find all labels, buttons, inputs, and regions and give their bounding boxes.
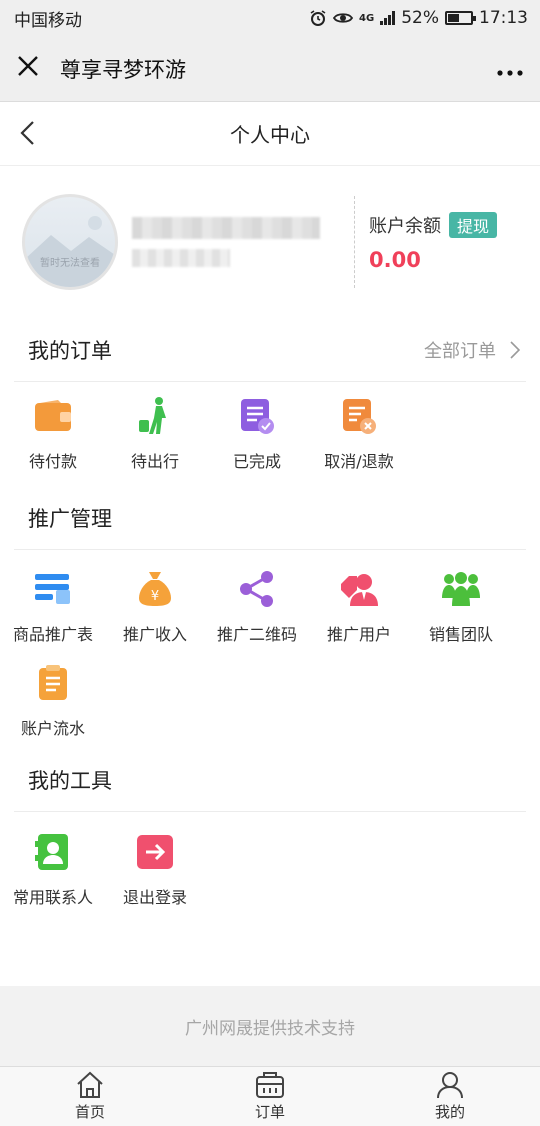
user-tag-icon <box>339 569 379 609</box>
more-icon[interactable] <box>496 54 524 84</box>
tools-section-title: 我的工具 <box>28 768 112 793</box>
promo-label: 推广收入 <box>122 625 187 644</box>
sales-team[interactable]: 销售团队 <box>410 560 512 654</box>
orders-icon <box>256 1072 284 1098</box>
page-header: 个人中心 <box>0 102 540 166</box>
network-label: 4G <box>359 12 375 24</box>
order-label: 待付款 <box>28 452 77 471</box>
promo-label: 推广用户 <box>326 625 391 644</box>
logout-icon <box>135 832 175 872</box>
avatar[interactable]: 暂时无法查看 <box>22 194 118 290</box>
order-refund[interactable]: 取消/退款 <box>308 382 410 486</box>
tab-label: 我的 <box>434 1103 465 1121</box>
close-icon[interactable] <box>16 54 46 84</box>
user-id-blurred <box>132 249 230 267</box>
promo-label: 商品推广表 <box>12 625 93 644</box>
promotion-income[interactable]: ¥ 推广收入 <box>104 560 206 654</box>
orders-section-header: 我的订单 全部订单 <box>14 318 526 382</box>
completed-icon <box>237 396 277 436</box>
product-list-icon <box>33 569 73 609</box>
tab-orders[interactable]: 订单 <box>180 1067 360 1126</box>
carrier-label: 中国移动 <box>14 10 82 31</box>
status-bar: 中国移动 4G 52% 17:13 <box>0 0 540 36</box>
home-icon <box>77 1071 103 1098</box>
tab-profile[interactable]: 我的 <box>360 1067 540 1126</box>
orders-section-title: 我的订单 <box>28 338 112 363</box>
tool-label: 常用联系人 <box>12 888 93 907</box>
back-icon[interactable] <box>18 120 36 146</box>
team-icon <box>441 569 481 609</box>
wechat-header: 尊享寻梦环游 <box>0 36 540 102</box>
balance-block: 账户余额 提现 0.00 <box>369 212 498 272</box>
promotion-users[interactable]: 推广用户 <box>308 560 410 654</box>
promotion-section-title: 推广管理 <box>28 506 112 531</box>
user-info <box>132 217 322 267</box>
tech-support-footer: 广州网晟提供技术支持 <box>0 986 540 1066</box>
tools-section-header: 我的工具 <box>14 748 526 812</box>
divider <box>354 196 355 288</box>
tool-label: 退出登录 <box>122 888 187 907</box>
profile-card: 暂时无法查看 账户余额 提现 0.00 <box>0 166 540 318</box>
order-label: 已完成 <box>232 452 281 471</box>
contacts-icon <box>33 832 73 872</box>
all-orders-link[interactable]: 全部订单 <box>424 337 520 363</box>
promo-label: 推广二维码 <box>216 625 297 644</box>
svg-text:¥: ¥ <box>151 589 159 604</box>
image-placeholder-icon <box>25 216 115 287</box>
order-label: 待出行 <box>130 452 179 471</box>
balance-value: 0.00 <box>369 248 421 272</box>
clock: 17:13 <box>479 8 528 28</box>
order-pending-payment[interactable]: 待付款 <box>2 382 104 486</box>
bottom-tab-bar: 首页 订单 我的 <box>0 1066 540 1126</box>
promotion-grid: 商品推广表 ¥ 推广收入 推广二维码 推广用户 销售团队 账户流水 <box>0 550 540 748</box>
frequent-contacts[interactable]: 常用联系人 <box>2 820 104 920</box>
order-pending-travel[interactable]: 待出行 <box>104 382 206 486</box>
battery-percent: 52% <box>401 8 439 28</box>
share-icon <box>237 569 277 609</box>
balance-label: 账户余额 <box>369 216 441 237</box>
money-bag-icon: ¥ <box>135 569 175 609</box>
wallet-icon <box>33 396 73 436</box>
withdraw-button[interactable]: 提现 <box>449 212 498 238</box>
traveler-icon <box>135 396 175 436</box>
battery-fill <box>448 14 459 22</box>
user-name-blurred <box>132 217 320 239</box>
account-ledger[interactable]: 账户流水 <box>2 654 104 748</box>
orders-grid: 待付款 待出行 已完成 取消/退款 <box>0 382 540 486</box>
alarm-icon <box>310 10 326 26</box>
tab-label: 订单 <box>254 1103 285 1121</box>
page-title: 个人中心 <box>230 123 310 147</box>
signal-icon <box>380 11 396 25</box>
promo-label: 账户流水 <box>20 719 85 738</box>
tab-label: 首页 <box>74 1103 105 1121</box>
order-label: 取消/退款 <box>324 452 394 471</box>
avatar-caption: 暂时无法查看 <box>40 258 100 269</box>
logout[interactable]: 退出登录 <box>104 820 206 920</box>
all-orders-label: 全部订单 <box>424 340 496 362</box>
tab-home[interactable]: 首页 <box>0 1067 180 1126</box>
profile-icon <box>437 1072 463 1099</box>
refund-icon <box>339 396 379 436</box>
promotion-qrcode[interactable]: 推广二维码 <box>206 560 308 654</box>
promotion-section-header: 推广管理 <box>14 486 526 550</box>
battery-icon <box>445 11 476 25</box>
eye-icon <box>333 13 354 23</box>
promo-label: 销售团队 <box>428 625 493 644</box>
status-right: 4G 52% 17:13 <box>309 8 528 28</box>
tools-grid: 常用联系人 退出登录 <box>0 812 540 920</box>
order-completed[interactable]: 已完成 <box>206 382 308 486</box>
chevron-right-icon <box>510 340 520 359</box>
ledger-icon <box>33 663 73 703</box>
wechat-title: 尊享寻梦环游 <box>60 57 186 82</box>
product-promotion-list[interactable]: 商品推广表 <box>2 560 104 654</box>
